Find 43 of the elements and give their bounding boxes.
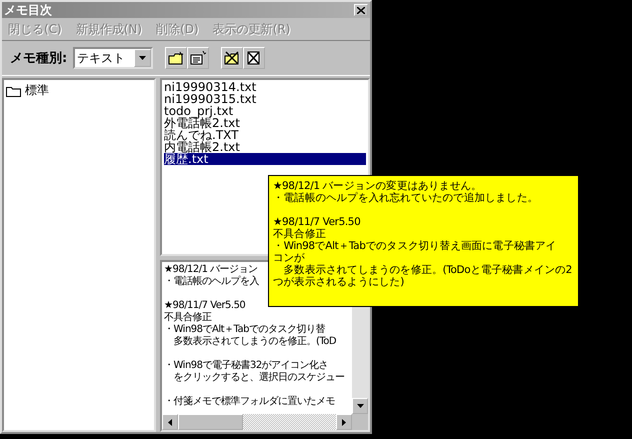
tooltip-line: ★98/11/7 Ver5.50 — [273, 216, 360, 228]
tooltip-line: ・Win98でAlt＋Tabでのタスク切り替え画面に電子秘書アイ — [273, 240, 556, 252]
scroll-left-button[interactable] — [162, 414, 178, 430]
tooltip-line: コンが — [273, 252, 305, 264]
scroll-thumb[interactable] — [178, 414, 243, 430]
preview-line: 多数表示されてしまうのを修正。(ToD — [172, 336, 336, 348]
file-item[interactable]: 内電話帳2.txt — [164, 141, 366, 153]
preview-line: ・電話帳のヘルプを入 — [164, 276, 259, 288]
file-item[interactable]: ni19990315.txt — [164, 93, 366, 105]
size-grip[interactable] — [352, 414, 368, 430]
caret-icon — [139, 56, 146, 60]
preview-line: ・Win98でAlt＋Tabでのタスク切り替 — [164, 324, 325, 336]
scroll-right-button[interactable] — [336, 414, 352, 430]
folder-item[interactable]: 標準 — [25, 82, 49, 99]
preview-line: をクリックすると、選択日のスケジュー — [172, 372, 344, 384]
close-button[interactable] — [354, 4, 368, 16]
tooltip-line: ・電話帳のヘルプを入れ忘れていたので追加しました。 — [273, 192, 538, 204]
tooltip-line: 不具合修正 — [273, 228, 326, 240]
memo-type-label: メモ種別: — [10, 50, 68, 67]
preview-line: 不具合修正 — [164, 312, 212, 324]
tooltip-line: 多数表示されてしまうのを修正。(ToDoと電子秘書メインの2 — [282, 264, 572, 276]
file-item[interactable]: ni19990314.txt — [164, 81, 366, 93]
file-item[interactable]: 外電話帳2.txt — [164, 117, 366, 129]
scroll-down-button[interactable] — [352, 398, 368, 414]
delete-folder-icon[interactable] — [221, 47, 244, 69]
window-title: メモ目次 — [4, 2, 52, 18]
delete-memo-icon[interactable] — [243, 47, 266, 69]
memo-type-dropdown[interactable]: テキスト — [73, 47, 154, 69]
preview-line: ・Win98で電子秘書32がアイコン化さ — [164, 360, 328, 372]
tooltip-line: つが表示されるようにした) — [273, 276, 404, 288]
file-item[interactable]: todo_prj.txt — [164, 105, 366, 117]
caret-icon — [356, 404, 364, 408]
folder-icon — [6, 84, 22, 96]
preview-line: ★98/12/1 バージョン — [164, 264, 258, 276]
file-item[interactable]: 履歴.txt — [164, 153, 366, 165]
new-memo-icon[interactable] — [187, 47, 210, 69]
new-folder-icon[interactable] — [165, 47, 188, 69]
caret-icon — [168, 418, 172, 426]
caret-icon — [342, 418, 346, 426]
file-item[interactable]: 読んでね.TXT — [164, 129, 366, 141]
tooltip-line: ★98/12/1 バージョンの変更はありません。 — [273, 180, 482, 192]
preview-line: ・付箋メモで標準フォルダに置いたメモ — [164, 396, 335, 408]
preview-line: ★98/11/7 Ver5.50 — [164, 300, 246, 312]
